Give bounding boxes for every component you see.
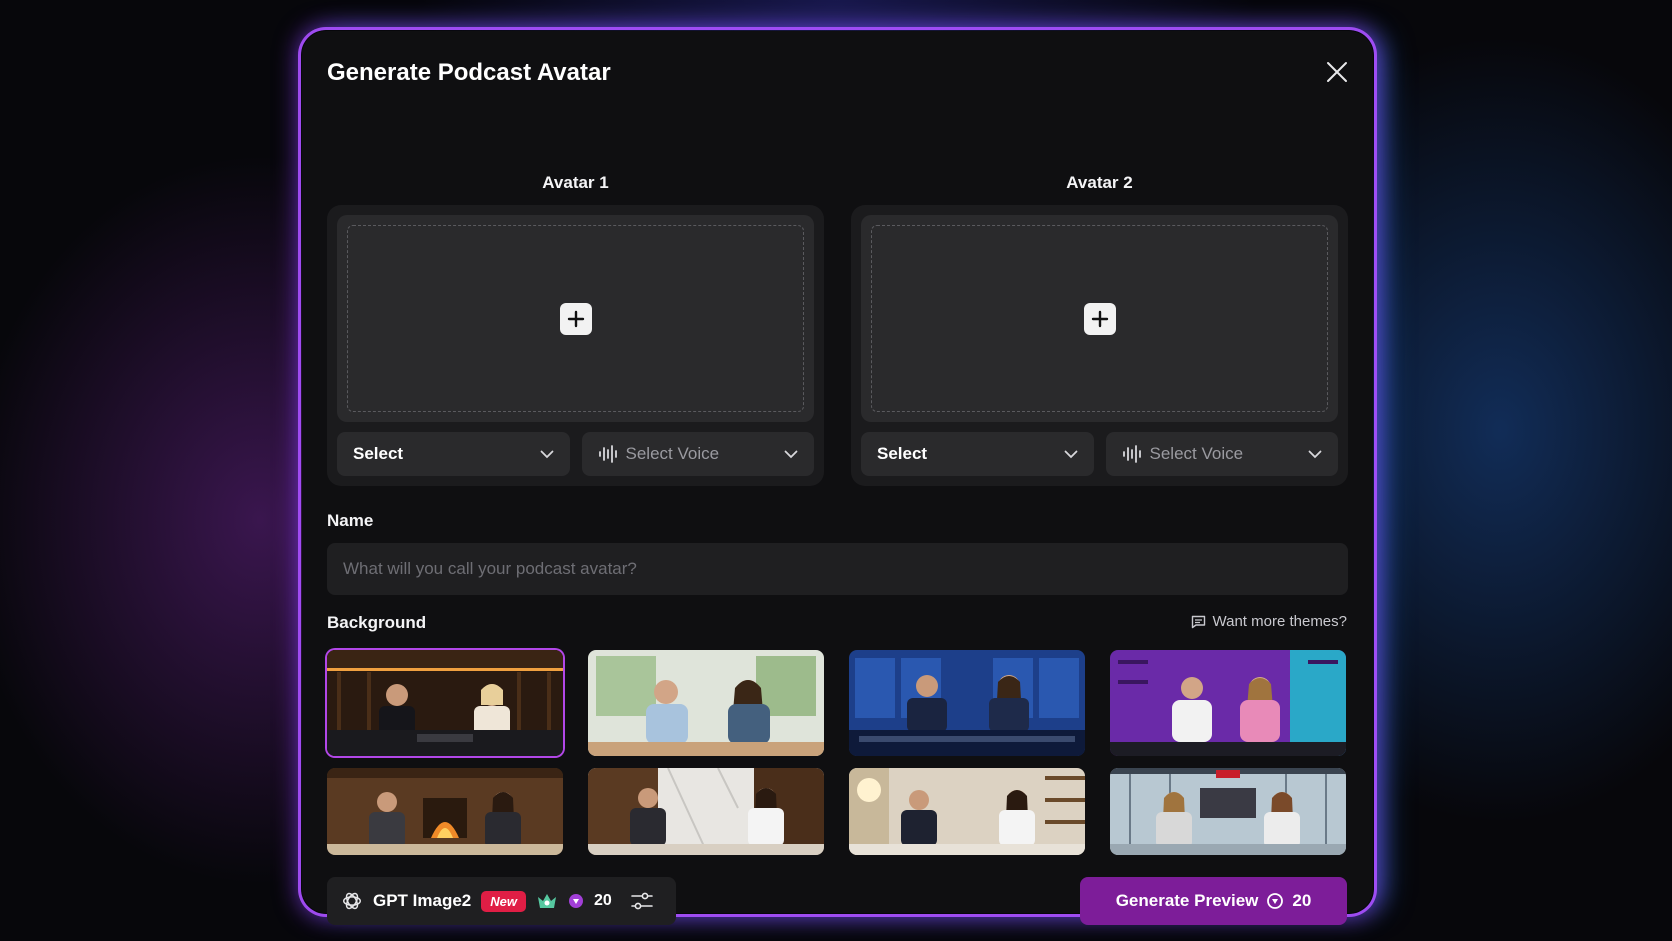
chevron-down-icon xyxy=(1308,450,1322,458)
fireplace-lounge-image xyxy=(327,768,563,855)
chevron-down-icon xyxy=(784,450,798,458)
background-thumbnail-blue-news-studio[interactable] xyxy=(849,650,1085,756)
credit-icon xyxy=(1267,893,1284,909)
background-thumbnail-glass-office[interactable] xyxy=(1110,768,1346,855)
background-label: Background xyxy=(327,613,427,632)
avatar-2-panel: Avatar 2 Select Select Voice xyxy=(851,173,1348,486)
avatar-2-select[interactable]: Select xyxy=(861,432,1094,476)
model-selector[interactable]: GPT Image2 New 20 xyxy=(327,877,676,925)
dark-studio-image xyxy=(327,650,563,756)
close-icon xyxy=(1327,62,1347,82)
marble-studio-image xyxy=(588,768,824,855)
chevron-down-icon xyxy=(540,450,553,458)
avatar-1-select[interactable]: Select xyxy=(337,432,570,476)
avatar-1-panel: Avatar 1 Select Select Voice xyxy=(327,173,824,486)
chevron-down-icon xyxy=(1064,450,1077,458)
avatar-1-card: Select Select Voice xyxy=(327,205,824,486)
credit-count: 20 xyxy=(594,892,612,909)
waveform-icon xyxy=(1122,445,1141,463)
waveform-icon xyxy=(598,445,617,463)
cozy-shelf-studio-image xyxy=(849,768,1085,855)
openai-logo-icon xyxy=(343,892,361,910)
blue-news-studio-image xyxy=(849,650,1085,756)
avatar-1-upload-zone[interactable] xyxy=(337,215,814,422)
name-input[interactable] xyxy=(327,543,1348,595)
background-thumbnail-cozy-shelf-studio[interactable] xyxy=(849,768,1085,855)
more-themes-link[interactable]: Want more themes? xyxy=(1191,613,1347,630)
bright-room-image xyxy=(588,650,824,756)
model-name: GPT Image2 xyxy=(373,891,472,910)
background-thumbnail-bright-room[interactable] xyxy=(588,650,824,756)
avatar-2-upload-zone[interactable] xyxy=(861,215,1338,422)
modal-title: Generate Podcast Avatar xyxy=(327,59,611,86)
background-thumbnail-fireplace-lounge[interactable] xyxy=(327,768,563,855)
close-button[interactable] xyxy=(1323,58,1351,86)
settings-sliders-icon[interactable] xyxy=(630,890,654,912)
plus-icon xyxy=(1091,310,1108,327)
credit-icon xyxy=(569,894,583,908)
avatar-2-label: Avatar 2 xyxy=(1066,173,1133,192)
generate-cost: 20 xyxy=(1292,891,1312,910)
new-badge: New xyxy=(481,890,526,912)
background-thumbnail-neon-studio[interactable] xyxy=(1110,650,1346,756)
crown-icon xyxy=(538,894,556,908)
avatar-2-add-button[interactable] xyxy=(1083,302,1116,335)
background-grid xyxy=(327,650,1348,855)
neon-studio-image xyxy=(1110,650,1346,756)
generate-preview-button[interactable]: Generate Preview 20 xyxy=(1080,877,1347,925)
generate-avatar-modal: Generate Podcast Avatar Avatar 1 Select xyxy=(300,29,1375,925)
avatar-1-label: Avatar 1 xyxy=(542,173,609,192)
glass-office-image xyxy=(1110,768,1346,855)
avatar-2-voice-select[interactable]: Select Voice xyxy=(1105,432,1338,476)
avatar-2-card: Select Select Voice xyxy=(851,205,1348,486)
avatar-1-voice-select[interactable]: Select Voice xyxy=(581,432,814,476)
name-label: Name xyxy=(327,511,374,530)
background-thumbnail-dark-studio[interactable] xyxy=(327,650,563,756)
background-thumbnail-marble-studio[interactable] xyxy=(588,768,824,855)
plus-icon xyxy=(567,310,584,327)
chat-icon xyxy=(1191,615,1205,628)
avatar-1-add-button[interactable] xyxy=(559,302,592,335)
